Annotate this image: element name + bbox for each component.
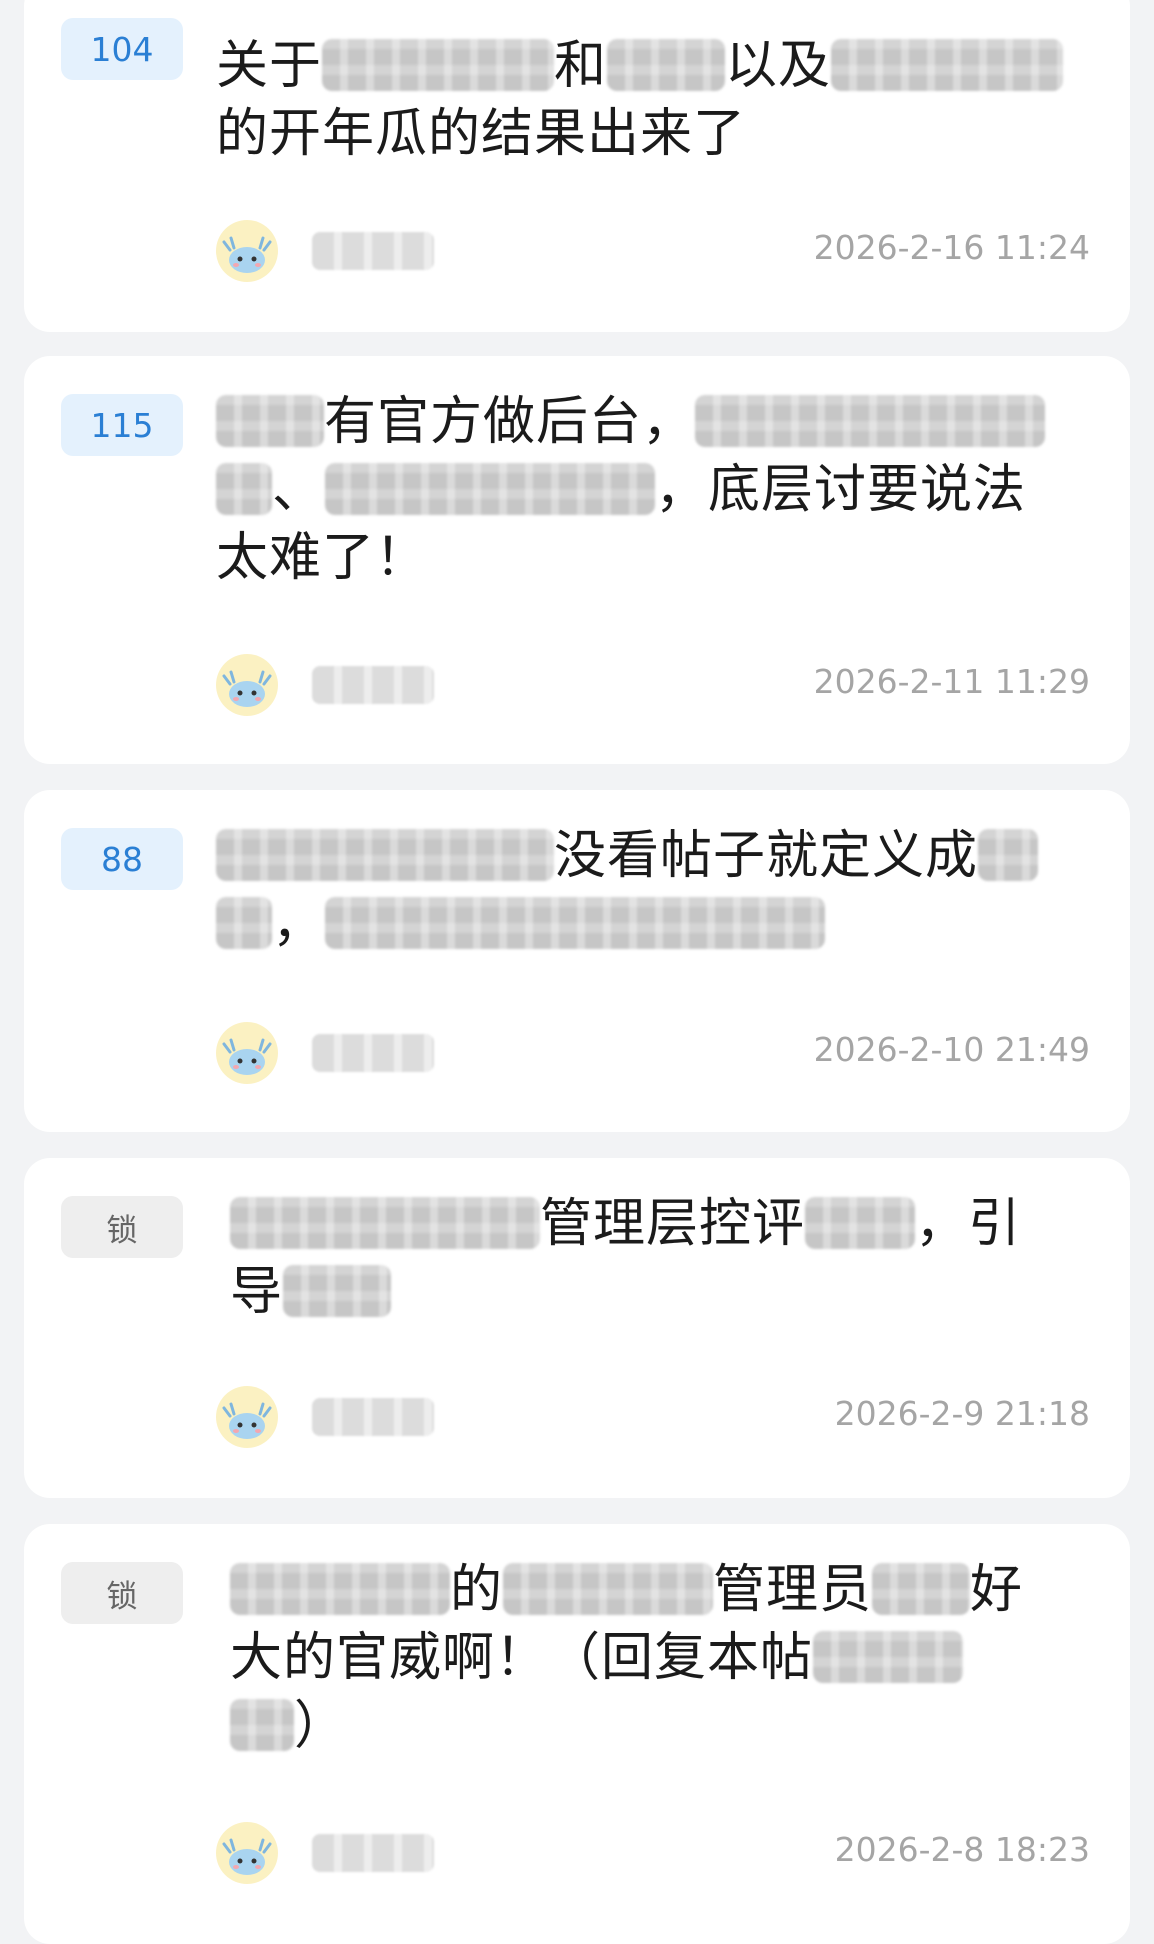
title-text: 和	[554, 36, 608, 96]
user-avatar[interactable]	[216, 1022, 278, 1084]
post-title[interactable]: 管理层控评 ，引 导	[230, 1190, 1120, 1326]
post-time: 2026-2-16 11:24	[813, 228, 1090, 267]
post-time: 2026-2-11 11:29	[813, 662, 1090, 701]
post-title[interactable]: 有官方做后台， 、，底层讨要说法 太难了！	[216, 388, 1106, 592]
redacted-username[interactable]	[312, 1398, 434, 1436]
redacted-text	[325, 463, 656, 515]
redacted-text	[978, 829, 1039, 881]
post-card[interactable]: 88 没看帖子就定义成 ， 2026-2-10 21:49	[24, 790, 1130, 1132]
locked-badge: 锁	[61, 1196, 183, 1258]
redacted-text	[831, 39, 1064, 91]
post-time: 2026-2-8 18:23	[834, 1830, 1090, 1869]
redacted-text	[872, 1563, 971, 1615]
redacted-text	[230, 1699, 294, 1751]
redacted-text	[322, 39, 555, 91]
redacted-text	[813, 1631, 964, 1683]
title-text: ，底层讨要说法	[655, 460, 1027, 520]
reply-count-badge: 104	[61, 18, 183, 80]
redacted-username[interactable]	[312, 1834, 434, 1872]
redacted-text	[607, 39, 726, 91]
title-text: ，引	[915, 1194, 1022, 1254]
redacted-username[interactable]	[312, 666, 434, 704]
redacted-text	[230, 1197, 540, 1249]
post-title[interactable]: 关于 和 以及 的开年瓜的结果出来了	[216, 32, 1106, 168]
title-text: 的开年瓜的结果出来了	[216, 104, 747, 164]
redacted-text	[216, 897, 272, 949]
post-card[interactable]: 115 有官方做后台， 、，底层讨要说法 太难了！ 2026-2-11 11:2…	[24, 356, 1130, 764]
post-card[interactable]: 104 关于 和 以及 的开年瓜的结果出来了 2026-2-16 11:24	[24, 0, 1130, 332]
title-text: ）	[294, 1696, 348, 1756]
redacted-text	[216, 463, 272, 515]
blue-dragon-avatar-icon	[216, 1022, 278, 1084]
redacted-text	[325, 897, 826, 949]
title-text: 的	[450, 1560, 504, 1620]
redacted-username[interactable]	[312, 1034, 434, 1072]
user-avatar[interactable]	[216, 1822, 278, 1884]
title-text: 好	[970, 1560, 1024, 1620]
reply-count-badge: 115	[61, 394, 183, 456]
title-text: 关于	[216, 36, 323, 96]
post-card[interactable]: 锁 的 管理员 好 大的官威啊！（回复本帖 ） 2026-2-8 18:23	[24, 1524, 1130, 1944]
title-text: 导	[230, 1262, 284, 1322]
blue-dragon-avatar-icon	[216, 220, 278, 282]
post-title[interactable]: 的 管理员 好 大的官威啊！（回复本帖 ）	[230, 1556, 1120, 1760]
redacted-text	[695, 395, 1046, 447]
post-time: 2026-2-9 21:18	[834, 1394, 1090, 1433]
title-text: 太难了！	[216, 528, 429, 588]
post-card[interactable]: 锁 管理层控评 ，引 导 2026-2-9 21:18	[24, 1158, 1130, 1498]
user-avatar[interactable]	[216, 654, 278, 716]
redacted-text	[503, 1563, 714, 1615]
redacted-text	[230, 1563, 450, 1615]
post-time: 2026-2-10 21:49	[813, 1030, 1090, 1069]
locked-badge: 锁	[61, 1562, 183, 1624]
title-text: 有官方做后台，	[324, 392, 696, 452]
title-text: ，	[272, 894, 326, 954]
title-text: 以及	[725, 36, 832, 96]
redacted-text	[283, 1265, 392, 1317]
title-text: 管理员	[713, 1560, 873, 1620]
redacted-text	[805, 1197, 916, 1249]
title-text: 大的官威啊！（回复本帖	[230, 1628, 814, 1688]
user-avatar[interactable]	[216, 1386, 278, 1448]
redacted-text	[216, 395, 324, 447]
blue-dragon-avatar-icon	[216, 654, 278, 716]
blue-dragon-avatar-icon	[216, 1822, 278, 1884]
user-avatar[interactable]	[216, 220, 278, 282]
reply-count-badge: 88	[61, 828, 183, 890]
title-text: 没看帖子就定义成	[554, 826, 979, 886]
title-text: 管理层控评	[540, 1194, 806, 1254]
redacted-text	[216, 829, 554, 881]
redacted-username[interactable]	[312, 232, 434, 270]
blue-dragon-avatar-icon	[216, 1386, 278, 1448]
post-title[interactable]: 没看帖子就定义成 ，	[216, 822, 1106, 958]
